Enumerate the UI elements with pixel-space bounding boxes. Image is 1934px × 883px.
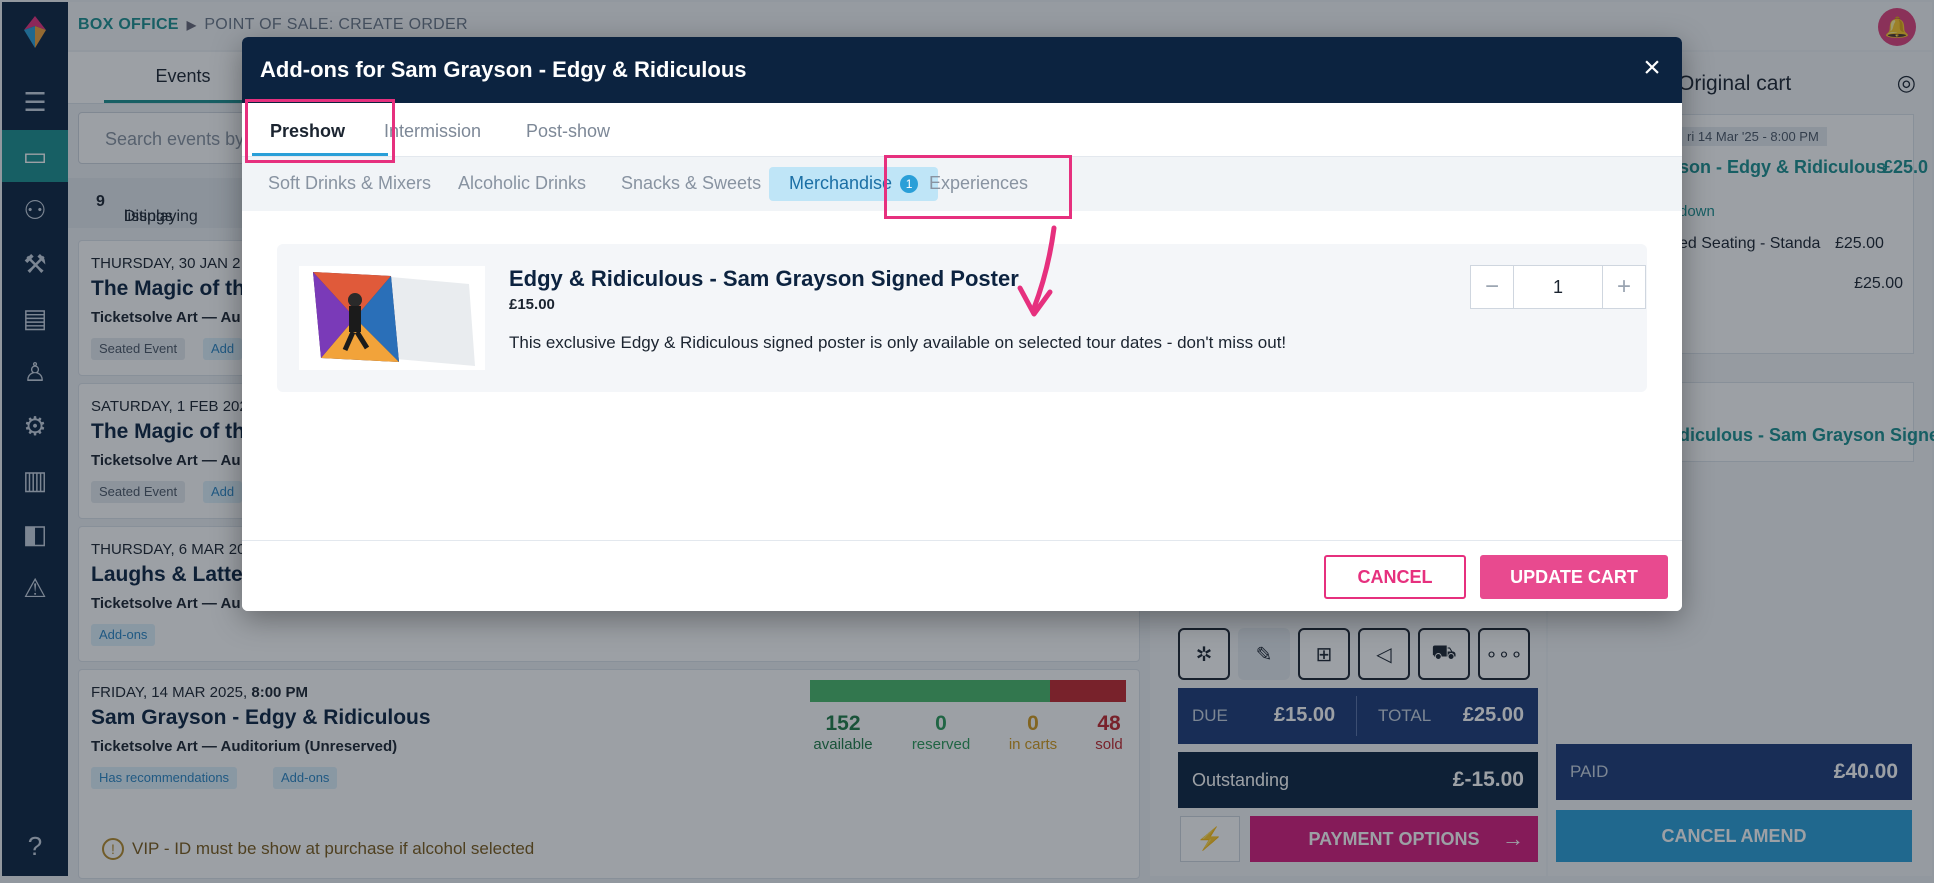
tab-intermission[interactable]: Intermission bbox=[384, 121, 481, 142]
category-subtabs: Soft Drinks & Mixers Alcoholic Drinks Sn… bbox=[242, 157, 1682, 211]
quantity-stepper: − 1 + bbox=[1470, 265, 1646, 309]
subtab-soft-drinks[interactable]: Soft Drinks & Mixers bbox=[268, 173, 431, 194]
merchandise-count-badge: 1 bbox=[900, 175, 919, 193]
subtab-experiences[interactable]: Experiences bbox=[929, 173, 1028, 194]
modal-header: Add-ons for Sam Grayson - Edgy & Ridicul… bbox=[242, 37, 1682, 103]
subtab-merchandise[interactable]: Merchandise 1 bbox=[769, 167, 939, 201]
arrow-annotation-icon bbox=[1017, 225, 1057, 317]
addon-item-title: Edgy & Ridiculous - Sam Grayson Signed P… bbox=[509, 266, 1019, 291]
addon-item-price: £15.00 bbox=[509, 296, 555, 313]
subtab-merchandise-label: Merchandise bbox=[789, 173, 893, 193]
modal-footer: CANCEL UPDATE CART bbox=[242, 540, 1682, 611]
close-icon[interactable]: × bbox=[1636, 53, 1668, 85]
modal-title: Add-ons for Sam Grayson - Edgy & Ridicul… bbox=[260, 57, 747, 82]
addon-item-card: Edgy & Ridiculous - Sam Grayson Signed P… bbox=[277, 244, 1647, 392]
tab-preshow[interactable]: Preshow bbox=[270, 121, 345, 142]
tab-post-show[interactable]: Post-show bbox=[526, 121, 610, 142]
addons-modal: Add-ons for Sam Grayson - Edgy & Ridicul… bbox=[242, 37, 1682, 611]
subtab-snacks[interactable]: Snacks & Sweets bbox=[621, 173, 761, 194]
subtab-alcoholic-drinks[interactable]: Alcoholic Drinks bbox=[458, 173, 586, 194]
minus-icon[interactable]: − bbox=[1471, 266, 1513, 308]
quantity-value[interactable]: 1 bbox=[1513, 266, 1603, 308]
addon-item-description: This exclusive Edgy & Ridiculous signed … bbox=[509, 333, 1287, 352]
modal-tabs: Preshow Intermission Post-show bbox=[242, 103, 1682, 157]
poster-thumbnail bbox=[299, 266, 485, 370]
cancel-button[interactable]: CANCEL bbox=[1324, 555, 1466, 599]
plus-icon[interactable]: + bbox=[1603, 266, 1645, 308]
update-cart-button[interactable]: UPDATE CART bbox=[1480, 555, 1668, 599]
tab-underline bbox=[252, 153, 388, 156]
